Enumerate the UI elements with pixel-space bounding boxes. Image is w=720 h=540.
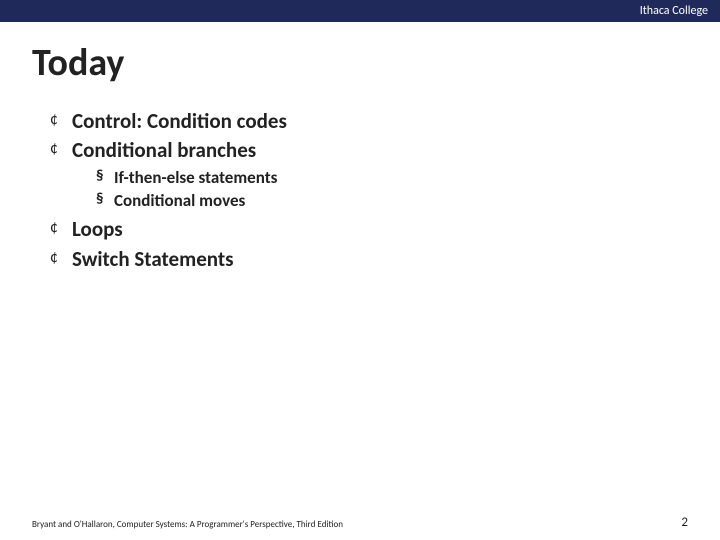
sub-bullet-list: If-then-else statements Conditional move… xyxy=(72,167,688,213)
sub-bullet-text: Conditional moves xyxy=(114,190,245,211)
bullet-text: Switch Statements xyxy=(72,246,234,272)
list-item: Conditional branches If-then-else statem… xyxy=(50,137,688,212)
footer: Bryant and O'Hallaron, Computer Systems:… xyxy=(32,515,688,530)
sub-list-item: If-then-else statements xyxy=(96,167,688,190)
bullet-list: Control: Condition codes Conditional bra… xyxy=(32,108,688,273)
list-item: Switch Statements xyxy=(50,246,688,273)
list-item: Control: Condition codes xyxy=(50,108,688,135)
bullet-text: Conditional branches xyxy=(72,137,256,163)
footer-citation: Bryant and O'Hallaron, Computer Systems:… xyxy=(32,519,343,530)
sub-bullet-text: If-then-else statements xyxy=(114,167,277,188)
slide-title: Today xyxy=(32,40,688,86)
sub-list-item: Conditional moves xyxy=(96,190,688,213)
bullet-text: Control: Condition codes xyxy=(72,108,287,134)
page-number: 2 xyxy=(681,515,688,530)
bullet-text: Loops xyxy=(72,216,123,242)
list-item: Loops xyxy=(50,216,688,243)
content-area: Today Control: Condition codes Condition… xyxy=(0,22,720,273)
institution-label: Ithaca College xyxy=(640,4,708,18)
header-bar: Ithaca College xyxy=(0,0,720,22)
slide: Ithaca College Today Control: Condition … xyxy=(0,0,720,540)
